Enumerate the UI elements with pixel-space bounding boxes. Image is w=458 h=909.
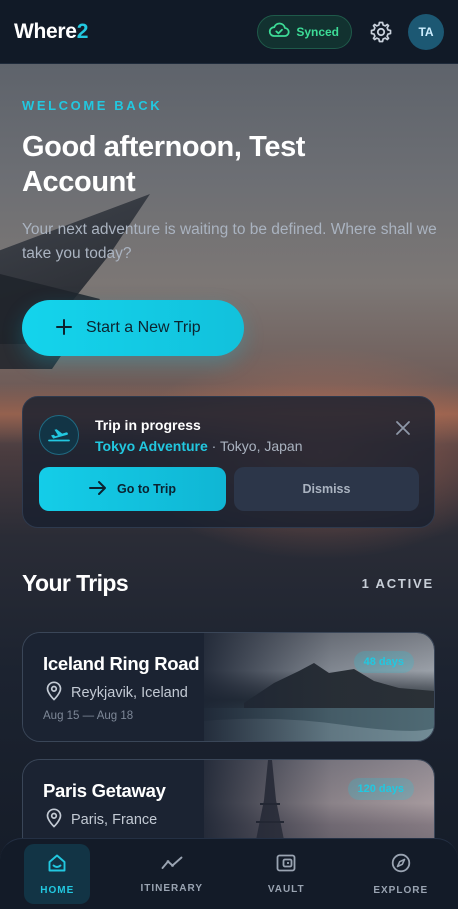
- start-new-trip-label: Start a New Trip: [86, 319, 201, 336]
- close-icon[interactable]: [394, 419, 412, 437]
- trip-location-label: Paris, France: [71, 812, 158, 828]
- home-icon: [47, 853, 67, 876]
- sync-status-label: Synced: [296, 24, 339, 39]
- trip-location: Reykjavik, Iceland: [45, 681, 188, 705]
- logo-text: Where: [14, 19, 77, 43]
- wallet-icon: [276, 854, 296, 875]
- trip-name: Paris Getaway: [43, 780, 166, 801]
- cloud-check-icon: [268, 21, 290, 42]
- nav-explore[interactable]: EXPLORE: [344, 839, 458, 909]
- go-to-trip-button[interactable]: Go to Trip: [39, 467, 226, 511]
- trip-location-label: Reykjavik, Iceland: [71, 685, 188, 701]
- active-trips-count: 1 ACTIVE: [361, 576, 434, 591]
- start-new-trip-button[interactable]: Start a New Trip: [22, 300, 244, 356]
- app-logo[interactable]: Where2: [14, 20, 88, 44]
- greeting-subtitle: Your next adventure is waiting to be def…: [22, 221, 437, 262]
- compass-icon: [391, 853, 411, 876]
- sync-status-pill[interactable]: Synced: [257, 14, 352, 49]
- arrow-right-icon: [88, 480, 107, 499]
- dismiss-button[interactable]: Dismiss: [234, 467, 419, 511]
- nav-itinerary-label: ITINERARY: [140, 882, 204, 894]
- trip-countdown-badge: 120 days: [347, 778, 414, 800]
- go-to-trip-label: Go to Trip: [116, 482, 177, 496]
- your-trips-heading: Your Trips: [22, 570, 129, 596]
- map-pin-icon: [45, 808, 63, 832]
- settings-gear-icon[interactable]: [368, 19, 394, 45]
- plus-icon: [56, 316, 72, 340]
- trip-countdown-badge: 48 days: [353, 651, 414, 673]
- trip-dates: Aug 15 — Aug 18: [43, 710, 134, 722]
- nav-home-label: HOME: [40, 884, 75, 896]
- trend-icon: [161, 855, 183, 874]
- nav-home[interactable]: HOME: [0, 839, 115, 909]
- trip-in-progress-title: Trip in progress: [95, 417, 201, 433]
- trip-card[interactable]: Iceland Ring Road Reykjavik, Iceland Aug…: [22, 632, 435, 742]
- trip-in-progress-location: Tokyo, Japan: [220, 438, 303, 454]
- greeting-heading: Good afternoon, Test Account: [22, 131, 306, 198]
- nav-vault-label: VAULT: [267, 883, 305, 895]
- logo-accent: 2: [76, 19, 89, 43]
- nav-explore-label: EXPLORE: [373, 884, 429, 896]
- nav-vault[interactable]: VAULT: [229, 839, 344, 909]
- plane-icon: [39, 415, 79, 455]
- trip-name: Iceland Ring Road: [43, 653, 200, 674]
- welcome-eyebrow: WELCOME BACK: [22, 98, 163, 113]
- trip-in-progress-name[interactable]: Tokyo Adventure: [95, 438, 208, 454]
- map-pin-icon: [45, 681, 63, 705]
- trip-separator: ·: [207, 438, 220, 454]
- user-avatar[interactable]: TA: [408, 13, 444, 50]
- trip-location: Paris, France: [45, 808, 157, 832]
- trip-in-progress-subtitle: Tokyo Adventure · Tokyo, Japan: [95, 438, 303, 454]
- nav-itinerary[interactable]: ITINERARY: [115, 839, 230, 909]
- trip-in-progress-card: Trip in progress Tokyo Adventure · Tokyo…: [22, 396, 435, 528]
- bottom-navigation: HOME ITINERARY VAULT EXPLORE: [0, 838, 458, 909]
- top-bar: Where2 Synced TA: [0, 0, 458, 64]
